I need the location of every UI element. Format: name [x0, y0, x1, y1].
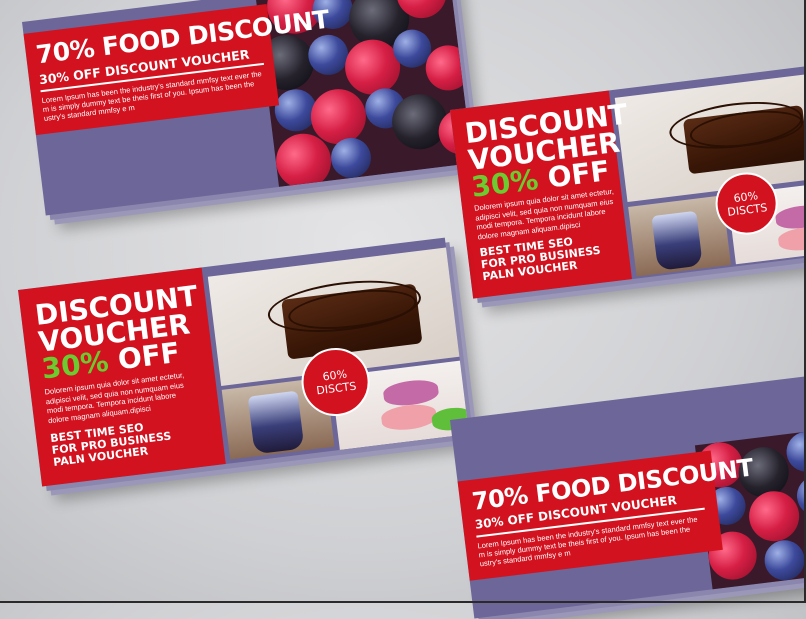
voucher-percent: 30% — [39, 344, 111, 386]
food-voucher-card-1: 70% FOOD DISCOUNT 30% OFF DISCOUNT VOUCH… — [22, 0, 473, 216]
dessert-voucher-card-2: 60% DISCTS DISCOUNT VOUCHER 30% OFF Dolo… — [450, 64, 806, 299]
badge-label: DISCTS — [726, 201, 769, 219]
dessert-voucher-card-3: 60% DISCTS DISCOUNT VOUCHER 30% OFF Dolo… — [18, 237, 469, 487]
voucher-tagline: BEST TIME SEO FOR PRO BUSINESS PALN VOUC… — [478, 235, 602, 284]
voucher-title: DISCOUNT VOUCHER 30% OFF — [33, 279, 200, 386]
food-voucher-card-4: 70% FOOD DISCOUNT 30% OFF DISCOUNT VOUCH… — [450, 373, 806, 619]
voucher-tagline: BEST TIME SEO FOR PRO BUSINESS PALN VOUC… — [49, 420, 172, 469]
voucher-title: DISCOUNT VOUCHER 30% OFF — [463, 97, 630, 204]
dessert-voucher-red-panel: DISCOUNT VOUCHER 30% OFF Dolorem ipsum q… — [450, 90, 632, 299]
food-voucher-red-panel: 70% FOOD DISCOUNT 30% OFF DISCOUNT VOUCH… — [23, 4, 331, 136]
dessert-voucher-red-panel: DISCOUNT VOUCHER 30% OFF Dolorem ipsum q… — [18, 267, 226, 487]
food-voucher-red-panel: 70% FOOD DISCOUNT 30% OFF DISCOUNT VOUCH… — [457, 450, 755, 581]
voucher-off: OFF — [116, 335, 182, 377]
badge-label: DISCTS — [315, 379, 358, 398]
brownie-photo — [614, 71, 806, 203]
